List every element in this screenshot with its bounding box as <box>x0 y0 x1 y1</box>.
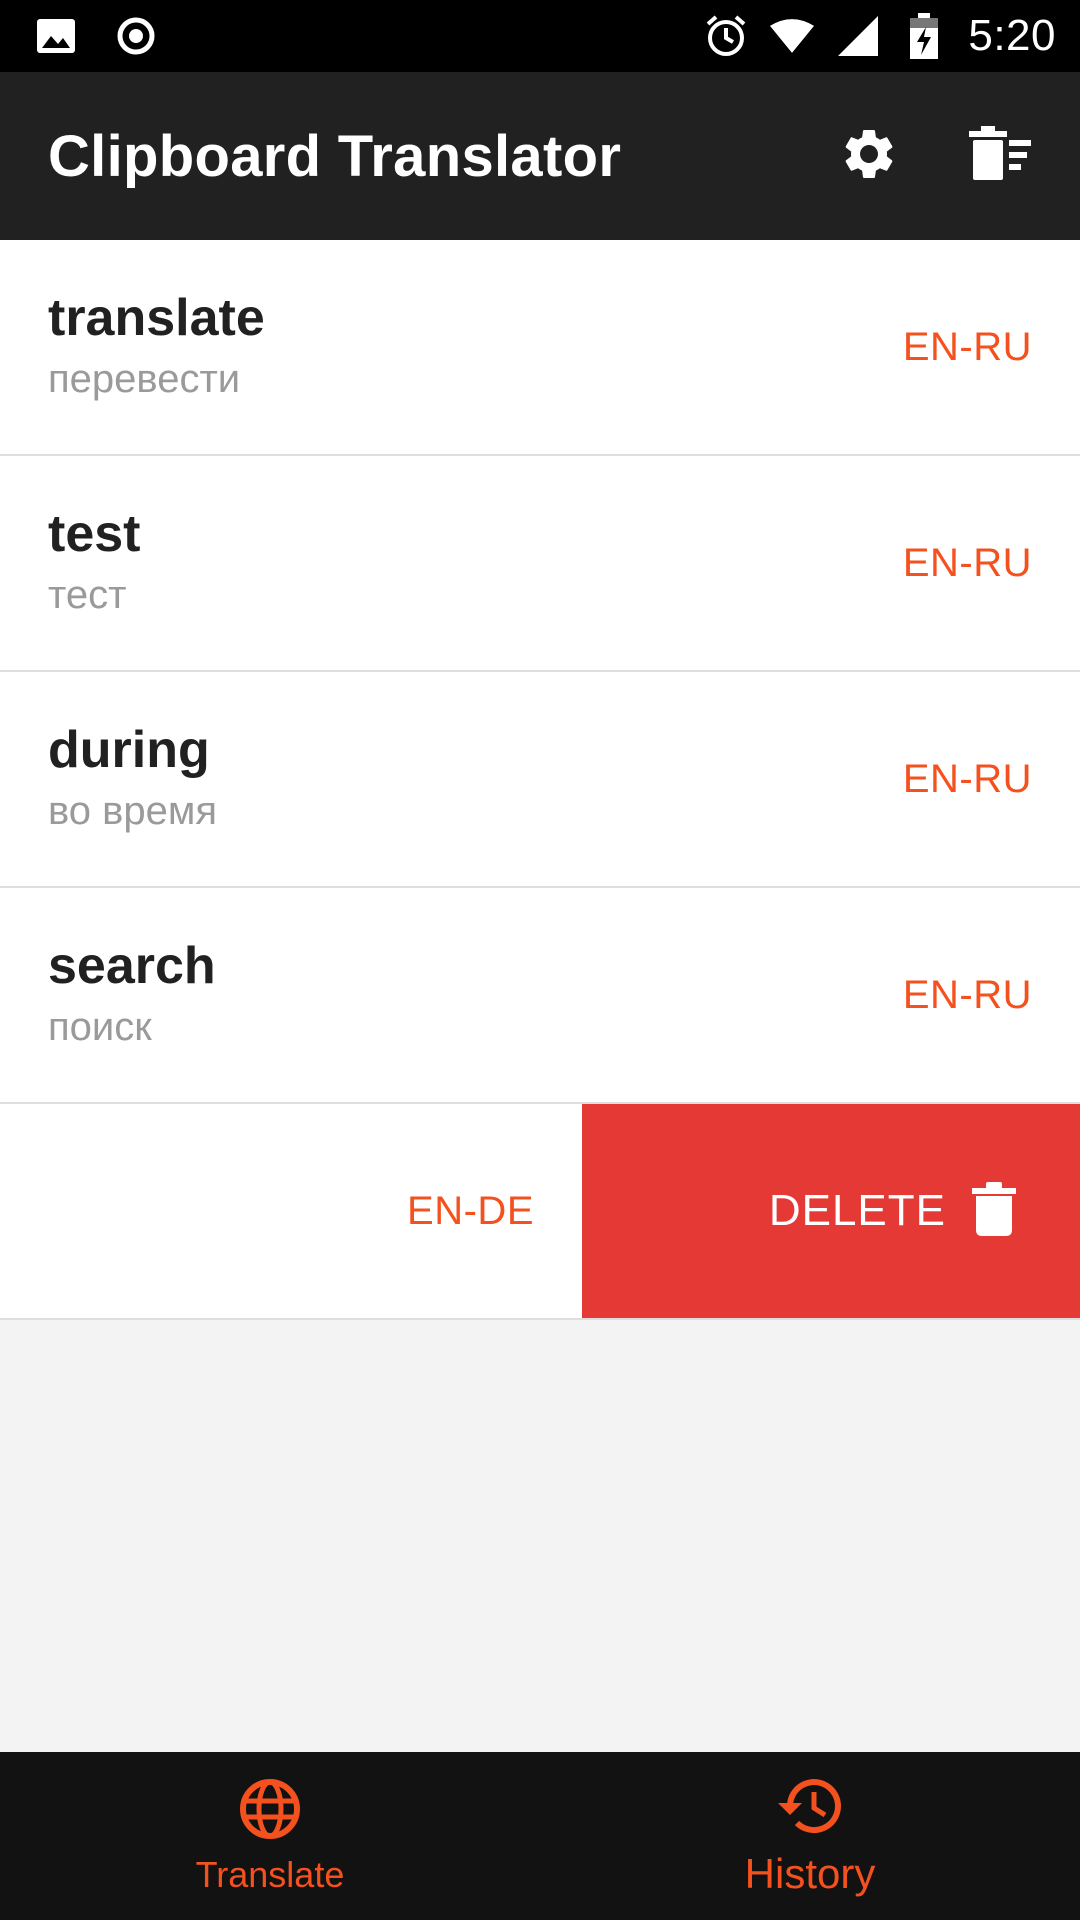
trash-icon <box>972 1181 1016 1241</box>
language-pair: EN-RU <box>902 324 1032 369</box>
list-item[interactable]: translate перевести EN-RU <box>0 240 1080 456</box>
clear-history-icon <box>969 125 1033 187</box>
bottom-navigation: Translate History <box>0 1752 1080 1920</box>
swiped-item-content[interactable]: EN-DE <box>0 1104 582 1318</box>
history-icon <box>776 1775 844 1842</box>
translated-word: во время <box>48 789 218 833</box>
settings-button[interactable] <box>830 117 908 195</box>
nav-translate-label: Translate <box>195 1853 345 1895</box>
status-time: 5:20 <box>968 11 1056 60</box>
list-item[interactable]: test тест EN-RU <box>0 456 1080 672</box>
source-word: during <box>48 721 210 779</box>
settings-icon <box>839 124 899 189</box>
language-pair: EN-RU <box>902 756 1032 801</box>
source-word: test <box>48 505 141 563</box>
nav-history-label: History <box>744 1849 876 1897</box>
signal-icon <box>836 14 880 58</box>
language-pair: EN-RU <box>902 540 1032 585</box>
clear-history-button[interactable] <box>962 117 1040 195</box>
nav-history[interactable]: History <box>540 1752 1080 1920</box>
nav-translate[interactable]: Translate <box>0 1752 540 1920</box>
history-list: translate перевести EN-RU test тест EN-R… <box>0 240 1080 1320</box>
alarm-icon <box>704 14 748 58</box>
translated-word: перевести <box>48 357 241 401</box>
delete-label: DELETE <box>768 1186 946 1235</box>
app-bar: Clipboard Translator <box>0 72 1080 240</box>
delete-button[interactable]: DELETE <box>582 1104 1080 1318</box>
image-icon <box>34 14 78 58</box>
language-pair: EN-DE <box>407 1188 534 1233</box>
source-word: translate <box>48 289 265 347</box>
language-pair: EN-RU <box>902 972 1032 1017</box>
list-item[interactable]: search поиск EN-RU <box>0 888 1080 1104</box>
list-item[interactable]: during во время EN-RU <box>0 672 1080 888</box>
app-title: Clipboard Translator <box>48 123 622 189</box>
wifi-icon <box>770 14 815 58</box>
translated-word: поиск <box>48 1005 152 1049</box>
globe-icon <box>238 1777 302 1846</box>
source-word: search <box>48 937 216 995</box>
record-icon <box>114 14 158 58</box>
battery-charging-icon <box>902 13 946 59</box>
status-bar: 5:20 <box>0 0 1080 72</box>
translated-word: тест <box>48 573 127 617</box>
swiped-list-item[interactable]: EN-DE DELETE <box>0 1104 1080 1320</box>
